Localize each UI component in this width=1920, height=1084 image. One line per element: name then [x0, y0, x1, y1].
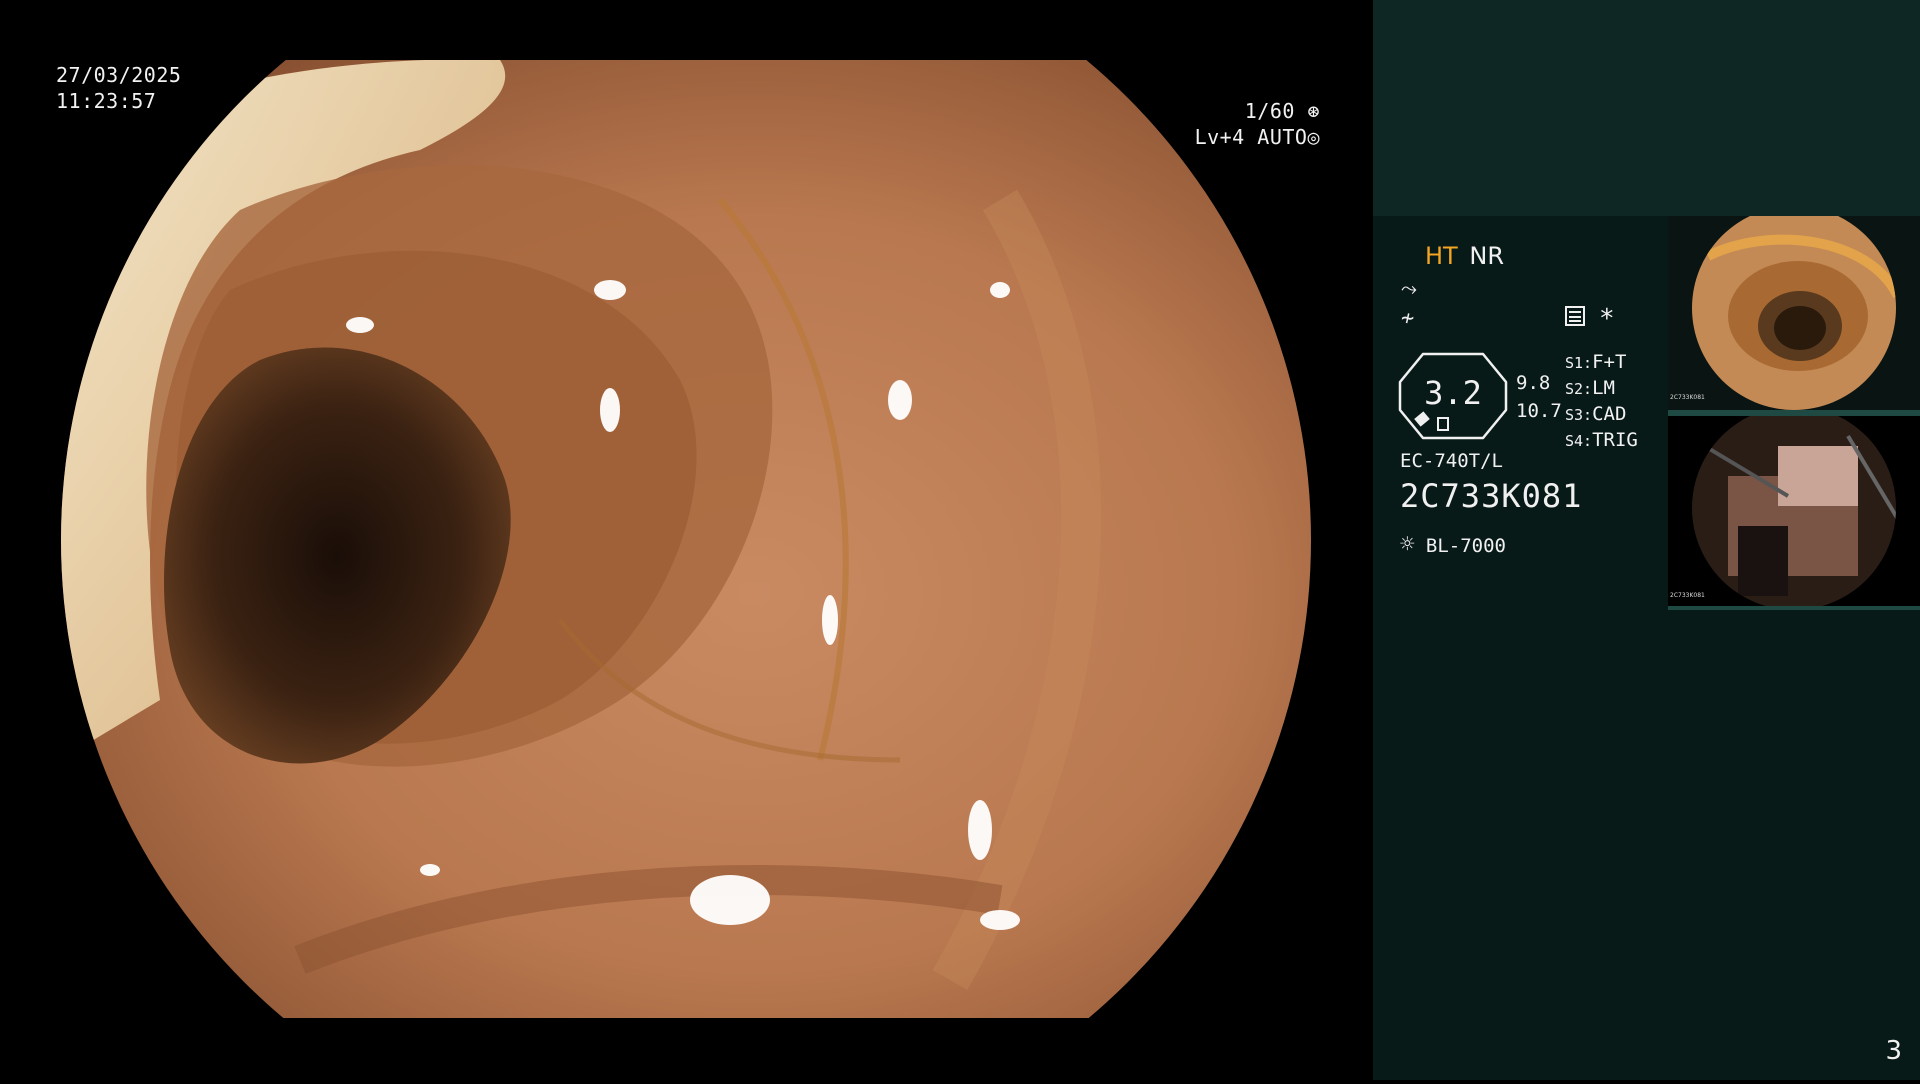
endoscope-image-graphic [61, 60, 1311, 1018]
exposure-info: 1/60 ⊛ Lv+4 AUTO◎ [1190, 98, 1320, 150]
scope-model: EC-740T/L [1400, 450, 1503, 472]
thumbnail-2[interactable]: 2C733K081 [1668, 416, 1920, 606]
thumbnail-1-image [1692, 216, 1896, 410]
light-bulb-icon: ☼ [1400, 530, 1415, 558]
zoom-indicator: 3.2 [1398, 352, 1508, 440]
thumbnail-2-label: 2C733K081 [1670, 592, 1705, 599]
switch-row: S4:TRIG [1565, 428, 1638, 454]
light-source: ☼ BL-7000 [1400, 530, 1506, 558]
enhance-icon: ⤳ [1401, 276, 1417, 300]
switch-key: S3: [1565, 406, 1593, 424]
value-a: 9.8 [1516, 372, 1551, 394]
thumbnail-1[interactable]: 2C733K081 2 [1668, 216, 1920, 410]
value-b: 10.7 [1516, 400, 1562, 422]
light-source-name: BL-7000 [1425, 535, 1506, 557]
side-panel-header-area [1373, 0, 1920, 216]
thumbnail-2-image [1692, 416, 1896, 606]
switch-key: S1: [1565, 354, 1593, 372]
endoscope-image [0, 0, 1372, 1080]
switch-row: S3:CAD [1565, 402, 1638, 428]
scope-serial: 2C733K081 [1400, 477, 1583, 515]
thumbnail-1-label: 2C733K081 [1670, 394, 1705, 401]
level-text: Lv+4 [1194, 125, 1245, 149]
nr-mode: NR [1469, 242, 1504, 270]
processing-modes: HT NR [1425, 242, 1504, 270]
shutter-row: 1/60 ⊛ [1190, 98, 1320, 124]
date-text: 27/03/2025 [56, 63, 182, 87]
switch-value: TRIG [1592, 429, 1638, 451]
switch-value: LM [1592, 377, 1615, 399]
switch-key: S4: [1565, 432, 1593, 450]
switch-value: F+T [1592, 351, 1627, 373]
shutter-text: 1/60 [1244, 99, 1295, 123]
iris-text: AUTO [1257, 125, 1308, 149]
zoom-value: 3.2 [1424, 374, 1482, 412]
star-icon: * [1599, 304, 1615, 334]
iris-icon: ◎ [1307, 125, 1320, 149]
page-number: 3 [1885, 1036, 1902, 1066]
side-panel: HT NR ⤳ ≁ * 3.2 9.8 10.7 S1:F+T S2:LM S3… [1373, 0, 1920, 1080]
menu-icon [1565, 306, 1585, 326]
shutter-icon: ⊛ [1307, 99, 1320, 123]
switch-row: S2:LM [1565, 376, 1638, 402]
iris-row: Lv+4 AUTO◎ [1190, 124, 1320, 150]
ht-mode: HT [1425, 242, 1458, 270]
timestamp: 27/03/2025 11:23:57 [56, 62, 181, 114]
switch-key: S2: [1565, 380, 1593, 398]
switch-value: CAD [1592, 403, 1627, 425]
switch-list: S1:F+T S2:LM S3:CAD S4:TRIG [1565, 350, 1638, 454]
time-text: 11:23:57 [56, 89, 157, 113]
filter-icon: ≁ [1401, 306, 1415, 331]
thumbnail-bottom-bar [1668, 606, 1920, 610]
switch-row: S1:F+T [1565, 350, 1638, 376]
